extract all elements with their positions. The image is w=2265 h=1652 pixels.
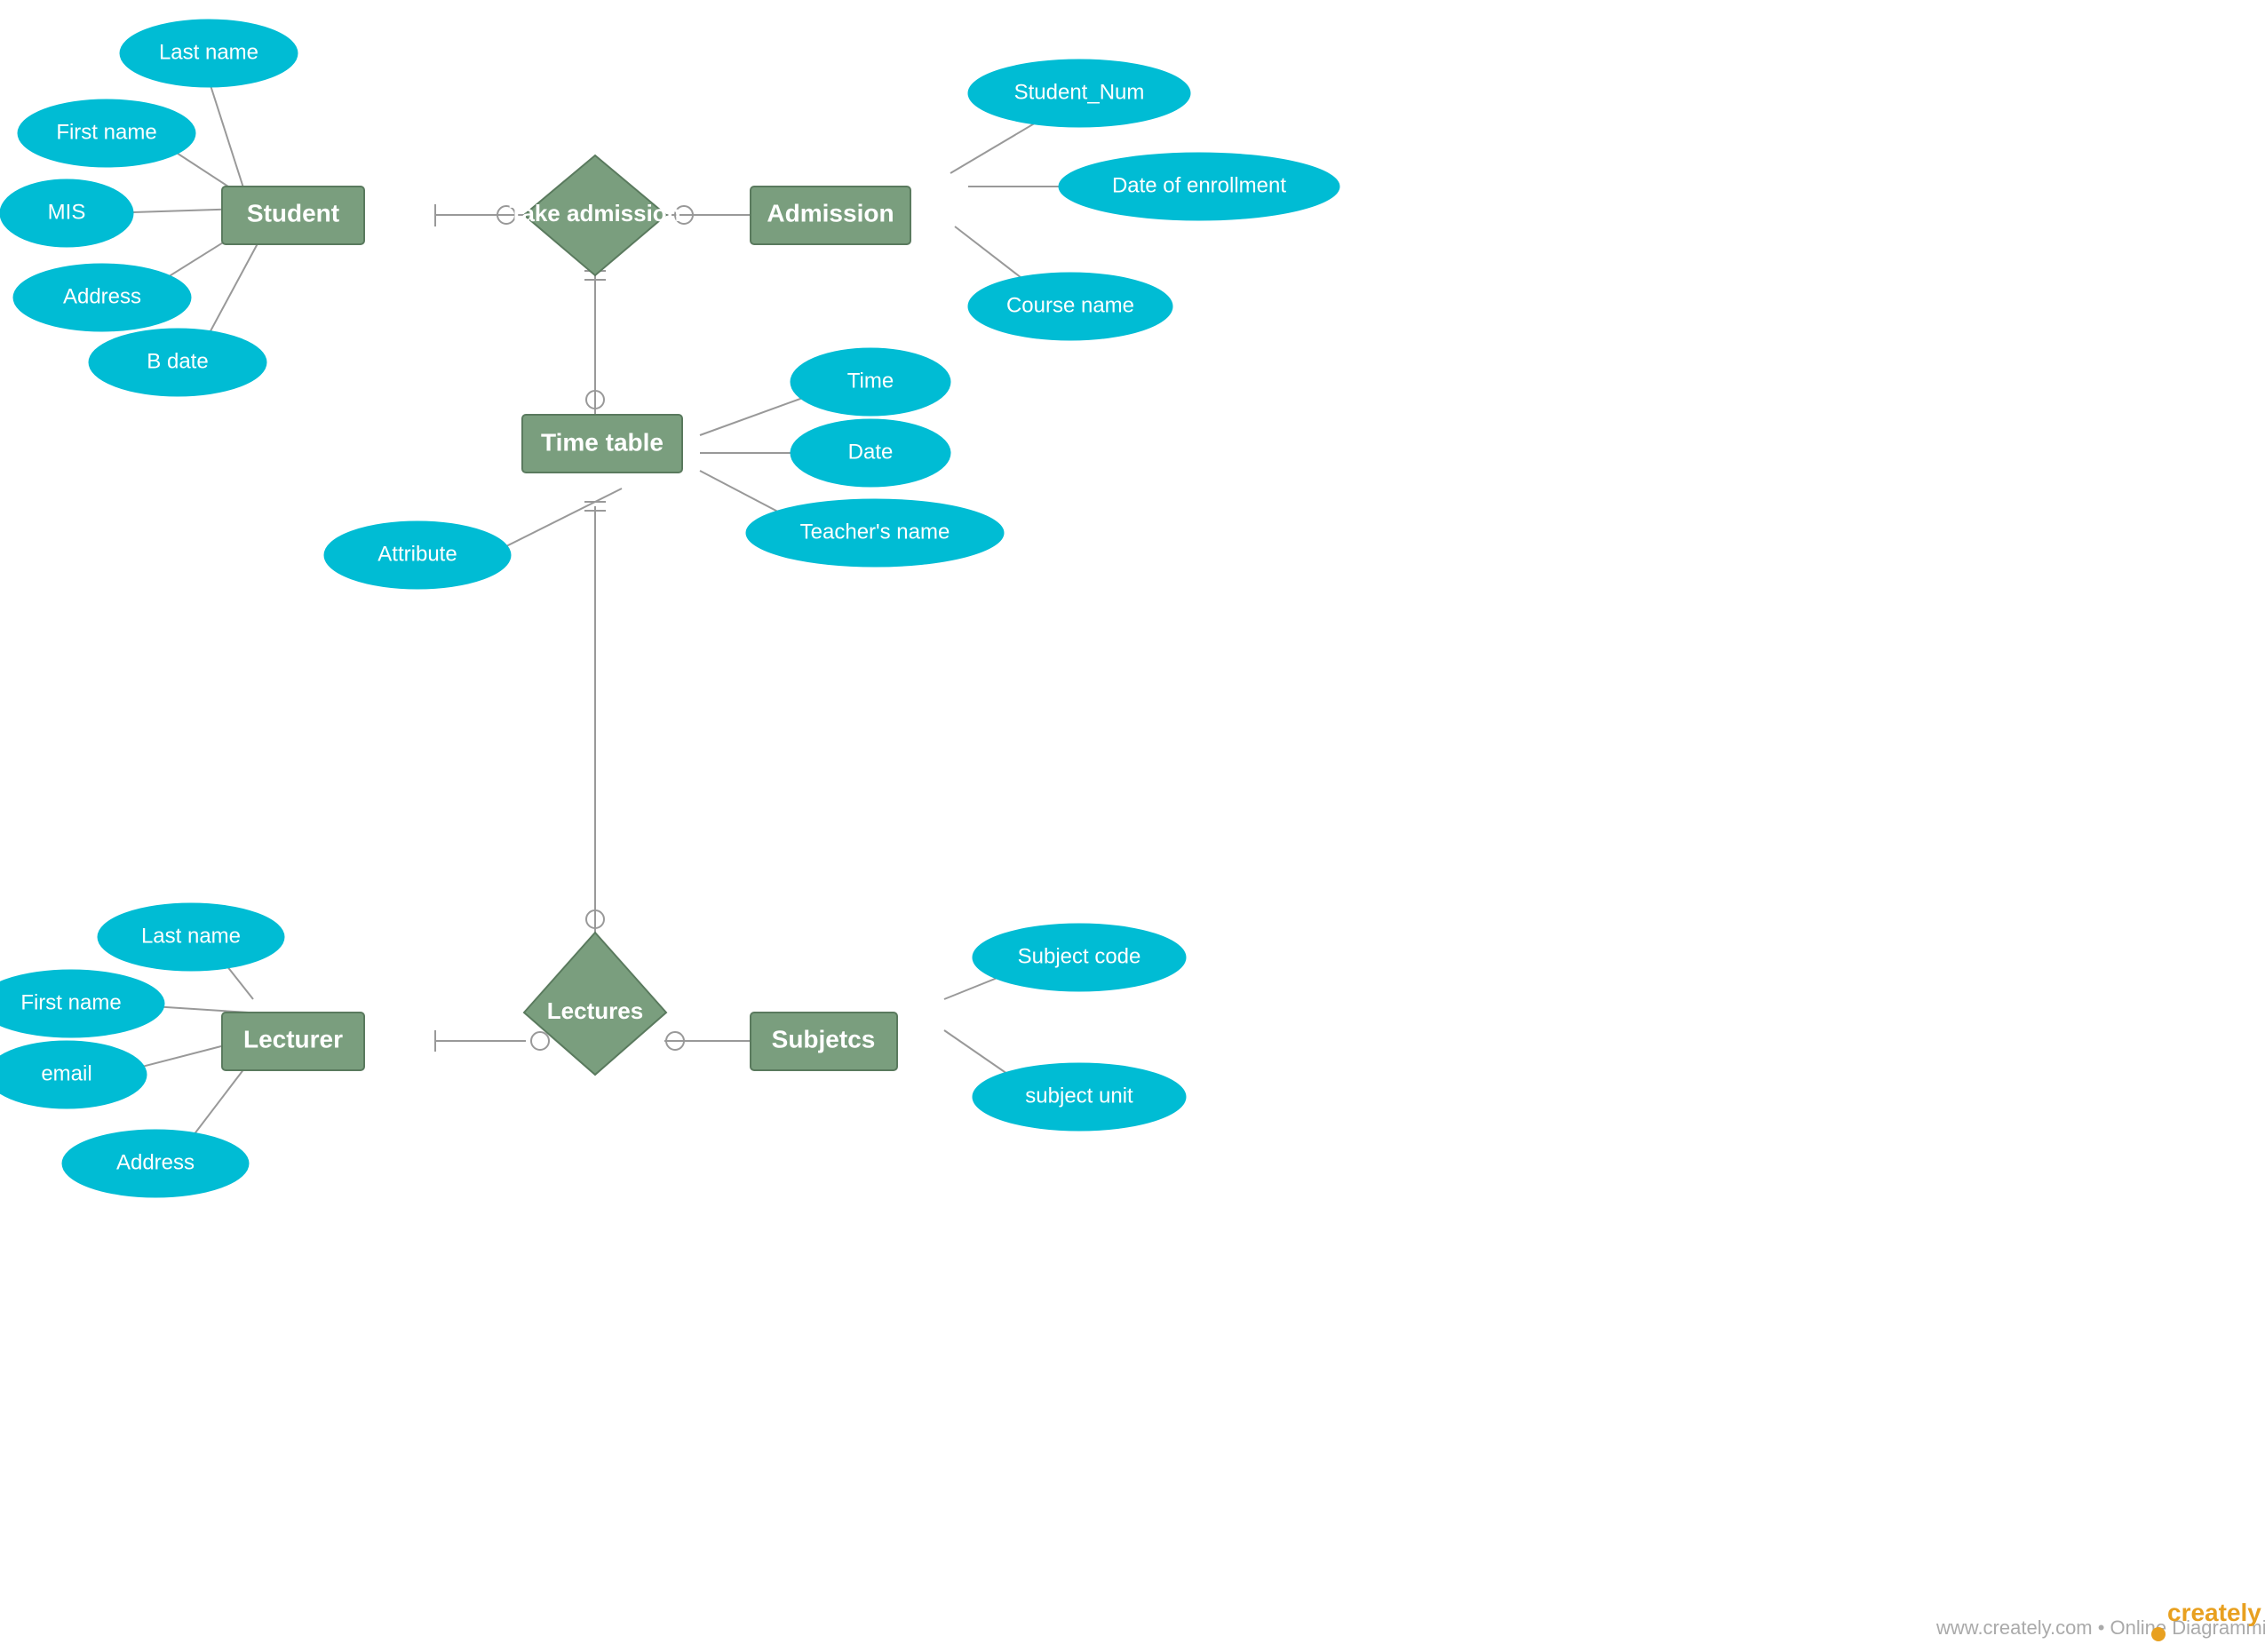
attr-last-name-student-label: Last name <box>159 40 258 64</box>
attr-time-label: Time <box>847 369 894 393</box>
entity-subjetcs-label: Subjetcs <box>772 1025 876 1052</box>
attr-student-num-label: Student_Num <box>1014 80 1145 104</box>
relationship-lectures-label: Lectures <box>547 997 643 1024</box>
relationship-take-admission-label: Take admission <box>509 200 680 226</box>
attr-date-label: Date <box>848 440 894 464</box>
attr-bdate-label: B date <box>147 349 208 373</box>
attr-teachers-name-label: Teacher's name <box>800 520 950 544</box>
attr-mis-label: MIS <box>48 200 86 224</box>
attr-subject-code-label: Subject code <box>1018 944 1141 968</box>
attr-attribute-label: Attribute <box>378 542 457 566</box>
entity-timetable-label: Time table <box>541 428 664 456</box>
attr-first-name-lecturer-label: First name <box>20 990 121 1014</box>
entity-student-label: Student <box>247 199 339 226</box>
er-diagram: Student Admission Time table Lecturer Su… <box>0 0 2265 1652</box>
attr-address-lecturer-label: Address <box>116 1150 195 1174</box>
attr-subject-unit-label: subject unit <box>1025 1084 1133 1108</box>
attr-date-enrollment-label: Date of enrollment <box>1112 173 1286 197</box>
attr-email-label: email <box>41 1061 91 1085</box>
entity-admission-label: Admission <box>767 199 894 226</box>
attr-course-name-label: Course name <box>1006 293 1134 317</box>
attr-address-student-label: Address <box>63 284 141 308</box>
attr-last-name-lecturer-label: Last name <box>141 924 241 948</box>
watermark-brand: creately <box>2167 1599 2261 1626</box>
attr-first-name-student-label: First name <box>56 120 156 144</box>
entity-lecturer-label: Lecturer <box>243 1025 343 1052</box>
